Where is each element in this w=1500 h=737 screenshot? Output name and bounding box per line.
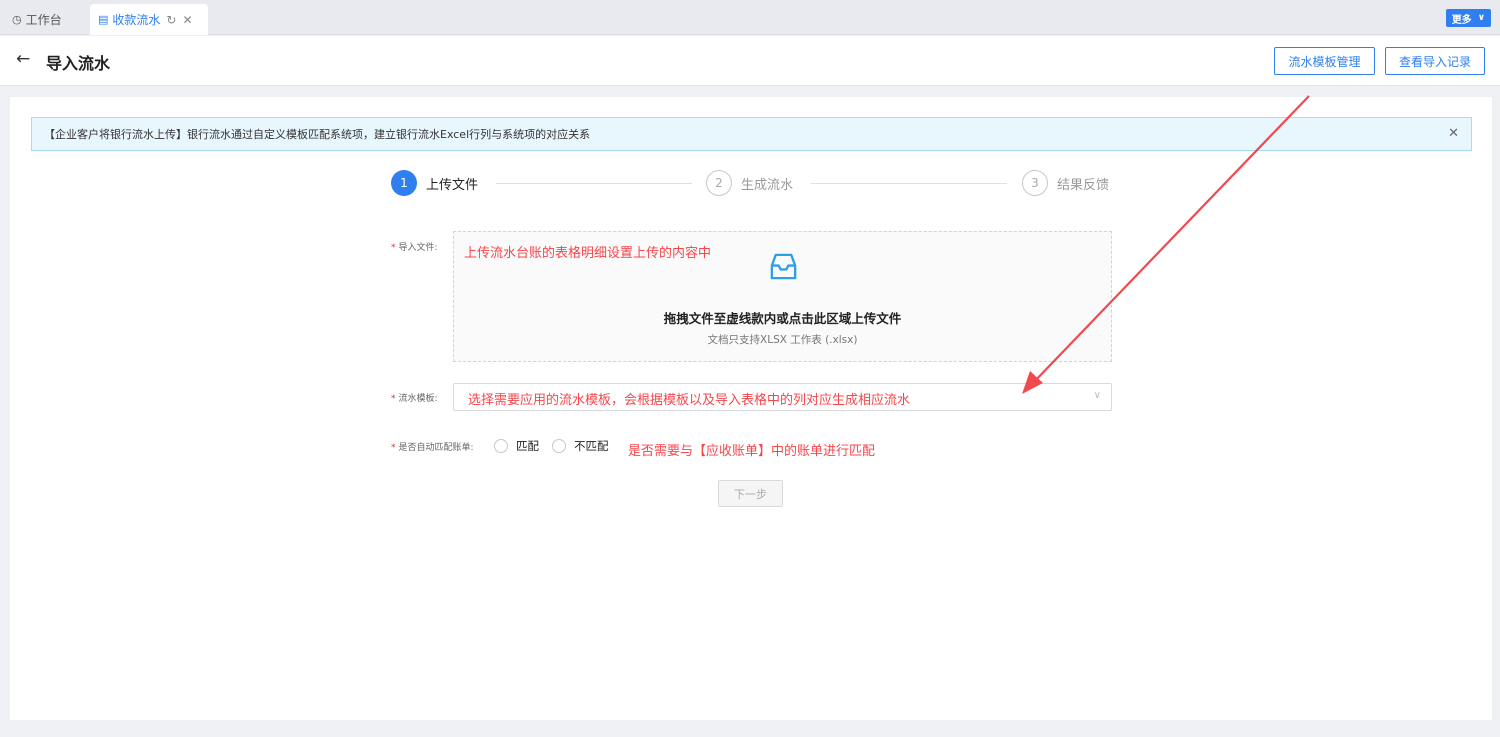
document-icon: ▤ bbox=[98, 13, 109, 26]
alert-close-icon[interactable]: ✕ bbox=[1448, 126, 1459, 141]
tab-receipt-flow[interactable]: ▤ 收款流水 ↻ ✕ bbox=[90, 4, 208, 35]
required-marker: * bbox=[391, 243, 396, 253]
match-annotation: 是否需要与【应收账单】中的账单进行匹配 bbox=[628, 444, 876, 459]
tab-bar: ◷ 工作台 ▤ 收款流水 ↻ ✕ 更多 ∨ bbox=[0, 0, 1500, 35]
more-label: 更多 bbox=[1451, 14, 1472, 26]
upload-instruction: 拖拽文件至虚线款内或点击此区域上传文件 bbox=[663, 311, 902, 326]
alert-text: 【企业客户将银行流水上传】银行流水通过自定义模板匹配系统项，建立银行流水Exce… bbox=[44, 128, 591, 141]
tab-workbench-label: 工作台 bbox=[25, 13, 62, 27]
template-annotation: 选择需要应用的流水模板，会根据模板以及导入表格中的列对应生成相应流水 bbox=[468, 393, 911, 408]
main-panel: 【企业客户将银行流水上传】银行流水通过自定义模板匹配系统项，建立银行流水Exce… bbox=[10, 97, 1492, 720]
step-number: 1 bbox=[391, 170, 417, 196]
template-label: * 流水模板: bbox=[391, 391, 438, 404]
auto-match-label: * 是否自动匹配账单: bbox=[391, 440, 474, 453]
inbox-icon bbox=[770, 253, 797, 280]
page-header: ← 导入流水 流水模板管理 查看导入记录 bbox=[0, 36, 1500, 86]
view-import-records-button[interactable]: 查看导入记录 bbox=[1385, 47, 1485, 75]
upload-hint: 文档只支持XLSX 工作表 (.xlsx) bbox=[707, 334, 858, 346]
step-label: 上传文件 bbox=[426, 177, 479, 193]
step-connector bbox=[496, 183, 692, 184]
radio-no-match-label: 不匹配 bbox=[574, 439, 609, 453]
radio-match-label: 匹配 bbox=[516, 439, 539, 453]
required-marker: * bbox=[391, 443, 396, 453]
chevron-down-icon: ∨ bbox=[1093, 390, 1101, 401]
upload-annotation: 上传流水台账的表格明细设置上传的内容中 bbox=[464, 246, 712, 261]
refresh-icon[interactable]: ↻ bbox=[166, 13, 176, 27]
required-marker: * bbox=[391, 394, 396, 404]
dashboard-icon: ◷ bbox=[12, 13, 22, 26]
auto-match-label-text: 是否自动匹配账单: bbox=[398, 443, 474, 453]
next-step-button[interactable]: 下一步 bbox=[718, 480, 783, 507]
template-select[interactable]: 选择需要应用的流水模板，会根据模板以及导入表格中的列对应生成相应流水 ∨ bbox=[453, 383, 1112, 411]
import-file-label-text: 导入文件: bbox=[398, 243, 438, 253]
step-number: 2 bbox=[706, 170, 732, 196]
radio-circle[interactable] bbox=[494, 439, 508, 453]
step-upload-file: 1 上传文件 bbox=[391, 170, 478, 196]
upload-dropzone[interactable]: 上传流水台账的表格明细设置上传的内容中 拖拽文件至虚线款内或点击此区域上传文件 … bbox=[453, 231, 1112, 362]
radio-circle[interactable] bbox=[552, 439, 566, 453]
step-connector bbox=[811, 183, 1007, 184]
template-management-button[interactable]: 流水模板管理 bbox=[1274, 47, 1375, 75]
more-button[interactable]: 更多 ∨ bbox=[1445, 9, 1491, 27]
tab-workbench[interactable]: ◷ 工作台 bbox=[12, 4, 62, 35]
radio-match[interactable]: 匹配 bbox=[494, 438, 539, 454]
step-label: 结果反馈 bbox=[1057, 177, 1110, 193]
template-label-text: 流水模板: bbox=[398, 394, 438, 404]
tab-receipt-flow-label: 收款流水 bbox=[112, 13, 161, 27]
step-number: 3 bbox=[1022, 170, 1048, 196]
back-arrow-icon[interactable]: ← bbox=[16, 49, 30, 69]
step-label: 生成流水 bbox=[741, 177, 794, 193]
page-title: 导入流水 bbox=[46, 54, 111, 73]
radio-no-match[interactable]: 不匹配 bbox=[552, 438, 609, 454]
import-file-label: * 导入文件: bbox=[391, 240, 438, 253]
step-result-feedback: 3 结果反馈 bbox=[1022, 170, 1109, 196]
close-icon[interactable]: ✕ bbox=[182, 13, 192, 27]
chevron-down-icon: ∨ bbox=[1477, 13, 1485, 23]
step-generate-flow: 2 生成流水 bbox=[706, 170, 793, 196]
info-alert: 【企业客户将银行流水上传】银行流水通过自定义模板匹配系统项，建立银行流水Exce… bbox=[31, 117, 1472, 151]
